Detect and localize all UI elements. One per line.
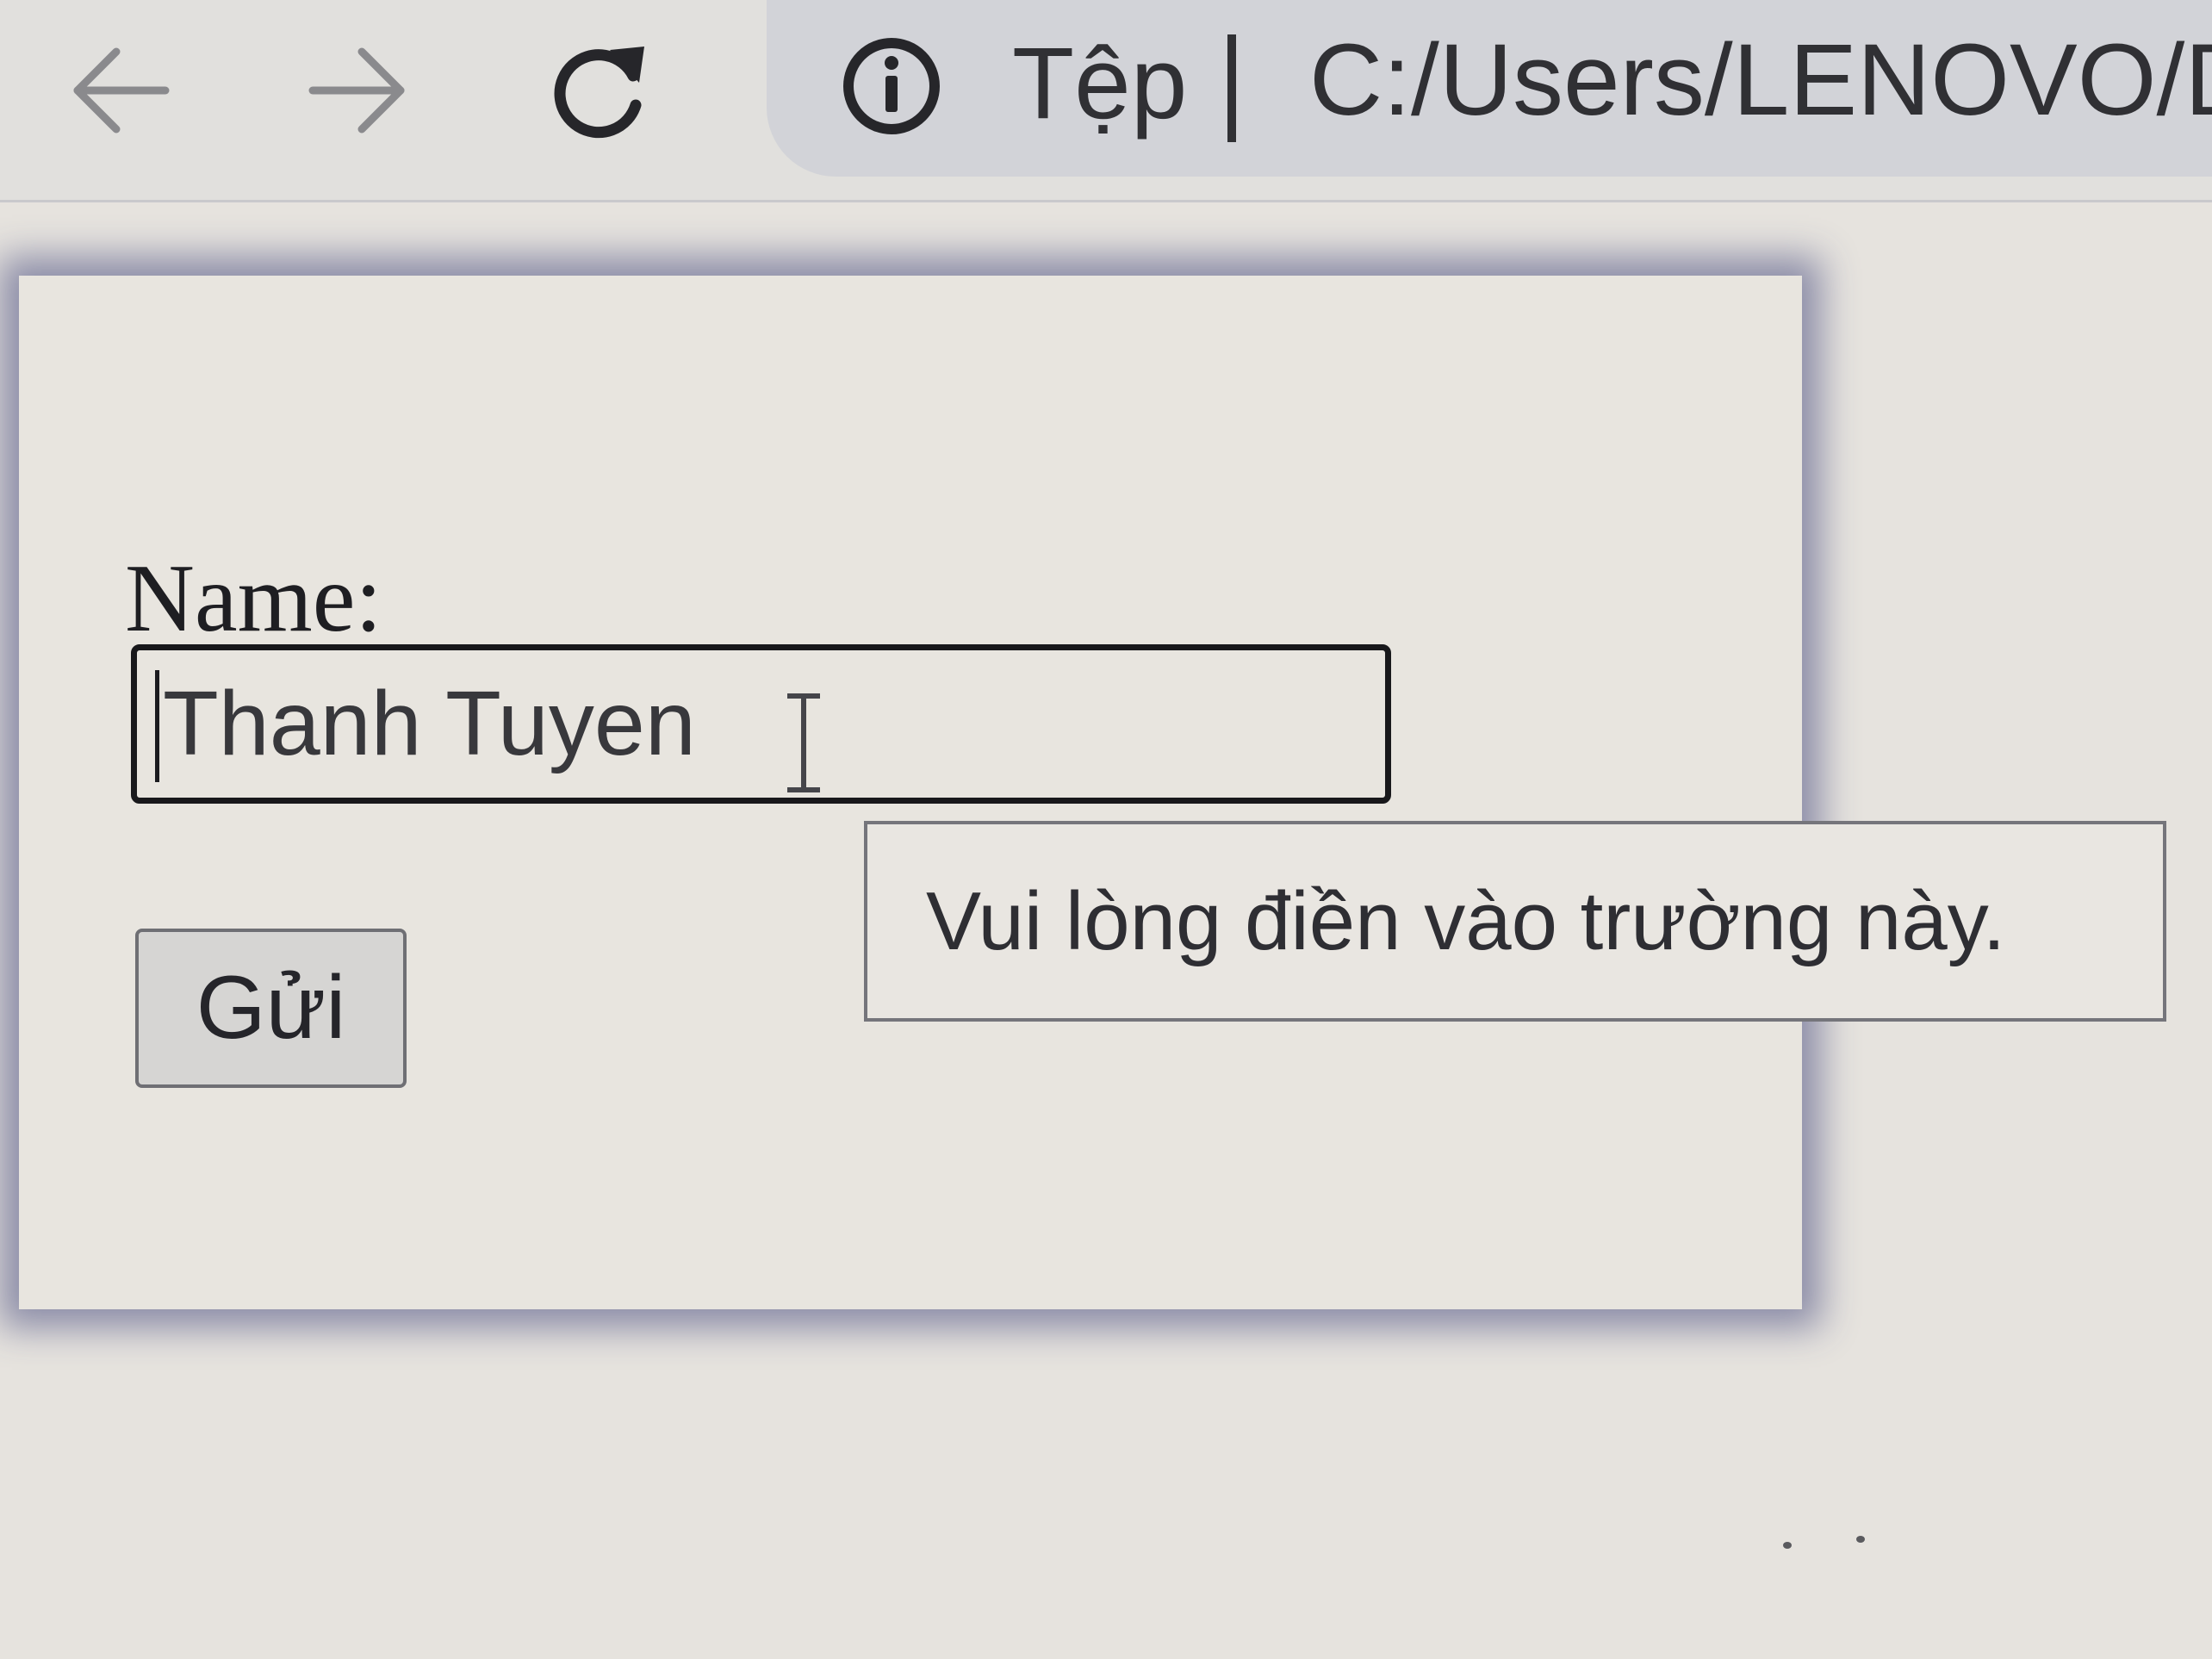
info-circle-icon[interactable] xyxy=(840,34,943,138)
arrow-left-icon xyxy=(73,47,170,134)
screen-speck xyxy=(1856,1536,1865,1543)
reload-icon xyxy=(554,47,644,139)
url-text[interactable]: C:/Users/LENOVO/D xyxy=(1309,16,2212,145)
back-button[interactable] xyxy=(56,26,185,155)
toolbar-divider xyxy=(0,200,2212,202)
submit-button[interactable]: Gửi xyxy=(135,929,407,1088)
validation-tooltip: Vui lòng điền vào trường này. xyxy=(864,821,2166,1022)
arrow-right-icon xyxy=(308,47,405,134)
ibeam-cursor-icon xyxy=(787,693,820,792)
name-input[interactable] xyxy=(131,644,1391,804)
address-separator xyxy=(1227,34,1236,142)
name-label: Name: xyxy=(125,545,382,652)
text-caret xyxy=(155,670,159,782)
reload-button[interactable] xyxy=(534,26,663,155)
address-bar[interactable]: Tệp C:/Users/LENOVO/D xyxy=(767,0,2212,177)
file-scheme-label: Tệp xyxy=(1012,27,1188,140)
browser-toolbar: Tệp C:/Users/LENOVO/D xyxy=(0,0,2212,202)
forward-button[interactable] xyxy=(293,26,422,155)
screen-speck xyxy=(1783,1542,1792,1549)
